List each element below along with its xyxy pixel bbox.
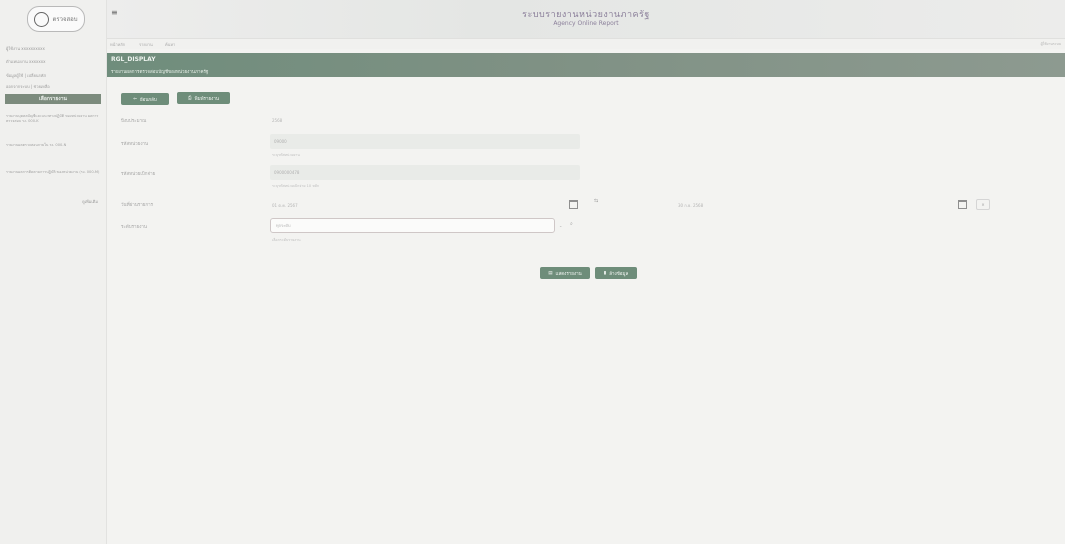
sidebar-more-link[interactable]: ดูเพิ่มเติม [82,198,98,205]
header-bar: ≡ ระบบรายงานหน่วยงานภาครัฐ Agency Online… [107,0,1065,39]
report-level-select[interactable]: ทุกระดับ [270,218,555,233]
agency-code-label: รหัสหน่วยงาน [121,142,149,147]
arrow-left-icon: ⇐ [133,96,137,102]
fiscal-year-value: 2568 [272,118,283,123]
logo-text: ตรวจสอบ [52,16,78,23]
report-icon: ▤ [548,270,553,276]
clear-date-button[interactable]: × [976,199,990,210]
breadcrumb: หน้าหลัก รายงาน ค้นหา ผู้ใช้งานระบบ [107,39,1065,49]
app-subtitle: Agency Online Report [553,20,619,27]
logout-links[interactable]: ออกจากระบบ | ช่วยเหลือ [6,83,50,90]
clear-button-label: ล้างข้อมูล [609,271,629,277]
disburse-code-label: รหัสหน่วยเบิกจ่าย [121,172,156,177]
printer-icon: ⎙ [188,96,192,101]
agency-code-field[interactable]: 09000 [270,134,580,149]
agency-code-help: ระบุรหัสหน่วยงาน [272,153,300,157]
breadcrumb-item-search: ค้นหา [165,42,176,47]
sidebar-menu-title: เลือกรายงาน [5,94,101,104]
page-title: รายงานผลการตรวจสอบบัญชีของหน่วยงานภาครัฐ [111,70,209,75]
user-tag: ผู้ใช้งานระบบ [1040,42,1061,46]
report-level-label: ระดับรายงาน [121,225,147,230]
agency-code-value: 09000 [274,139,287,144]
sidebar: ตรวจสอบ ผู้ใช้งาน xxxxxxxxxx ตำแหน่งงาน … [0,0,107,544]
posting-date-label: วันที่ผ่านรายการ [121,203,154,208]
page-banner: RGL_DISPLAY รายงานผลการตรวจสอบบัญชีของหน… [107,53,1065,77]
sidebar-item-report-2[interactable]: รายงานผลตรวจสอบภายใน รง. 000-N [6,143,100,148]
disburse-code-field[interactable]: 0900000478 [270,165,580,180]
report-code: RGL_DISPLAY [111,56,156,63]
date-to-input[interactable]: 30 ก.ย. 2568 [678,202,703,209]
search-button-label: แสดงรายงาน [555,271,582,277]
profile-links[interactable]: ข้อมูลผู้ใช้ | เปลี่ยนรหัส [6,72,46,79]
agency-logo[interactable]: ตรวจสอบ [27,6,85,32]
calendar-icon[interactable] [569,200,578,209]
seal-icon [34,11,50,27]
app-title: ระบบรายงานหน่วยงานภาครัฐ [522,10,650,20]
back-button-label: ย้อนกลับ [140,97,157,103]
breadcrumb-item-report[interactable]: รายงาน [139,41,153,48]
disburse-code-help: ระบุรหัสหน่วยเบิกจ่าย 10 หลัก [272,184,320,188]
report-level-value: ทุกระดับ [276,223,291,228]
disburse-code-value: 0900000478 [274,170,300,175]
search-icon[interactable]: ⌕ [570,221,573,227]
date-from-input[interactable]: 01 ต.ค. 2567 [272,202,298,209]
search-button[interactable]: ▤ แสดงรายงาน [540,267,590,279]
breadcrumb-item-home[interactable]: หน้าหลัก [110,41,125,48]
date-range-arrow-icon: ⇆ [594,198,599,204]
report-level-help: เลือกระดับรายงาน [272,238,301,242]
clear-icon: ▮ [603,270,607,276]
sidebar-item-report-3[interactable]: รายงานผลการติดตามการปฏิบัติ ของหน่วยงาน … [6,170,100,175]
calendar-icon[interactable] [958,200,967,209]
clear-button[interactable]: ▮ ล้างข้อมูล [595,267,637,279]
sidebar-item-report-1[interactable]: รายงานบุคคลบัญชีและแนวทางปฏิบัติ ของหน่ว… [6,114,100,124]
back-button[interactable]: ⇐ ย้อนกลับ [121,93,169,105]
user-name: ผู้ใช้งาน xxxxxxxxxx [6,46,45,51]
chevron-down-icon[interactable]: ⌄ [559,223,562,228]
fiscal-year-label: ปีงบประมาณ [121,119,147,124]
print-button-label: พิมพ์รายงาน [194,96,219,102]
print-button[interactable]: ⎙ พิมพ์รายงาน [177,92,230,104]
user-position: ตำแหน่งงาน xxxxxxx [6,59,46,64]
